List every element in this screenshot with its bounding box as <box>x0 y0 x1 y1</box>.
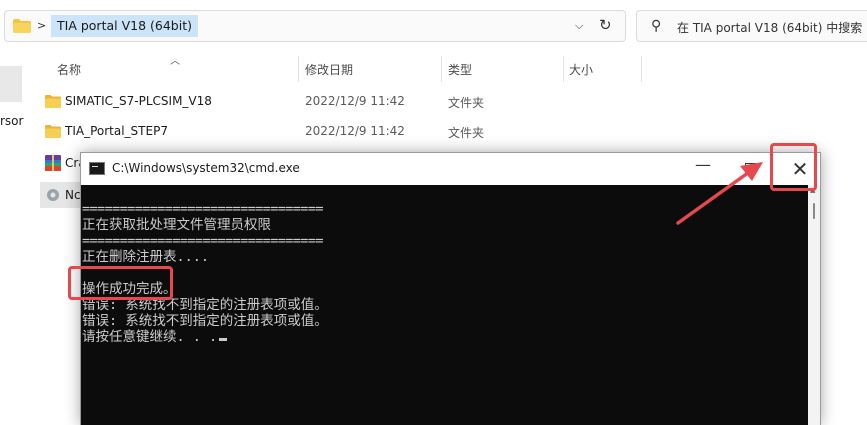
annotation-arrow-icon <box>676 162 763 225</box>
